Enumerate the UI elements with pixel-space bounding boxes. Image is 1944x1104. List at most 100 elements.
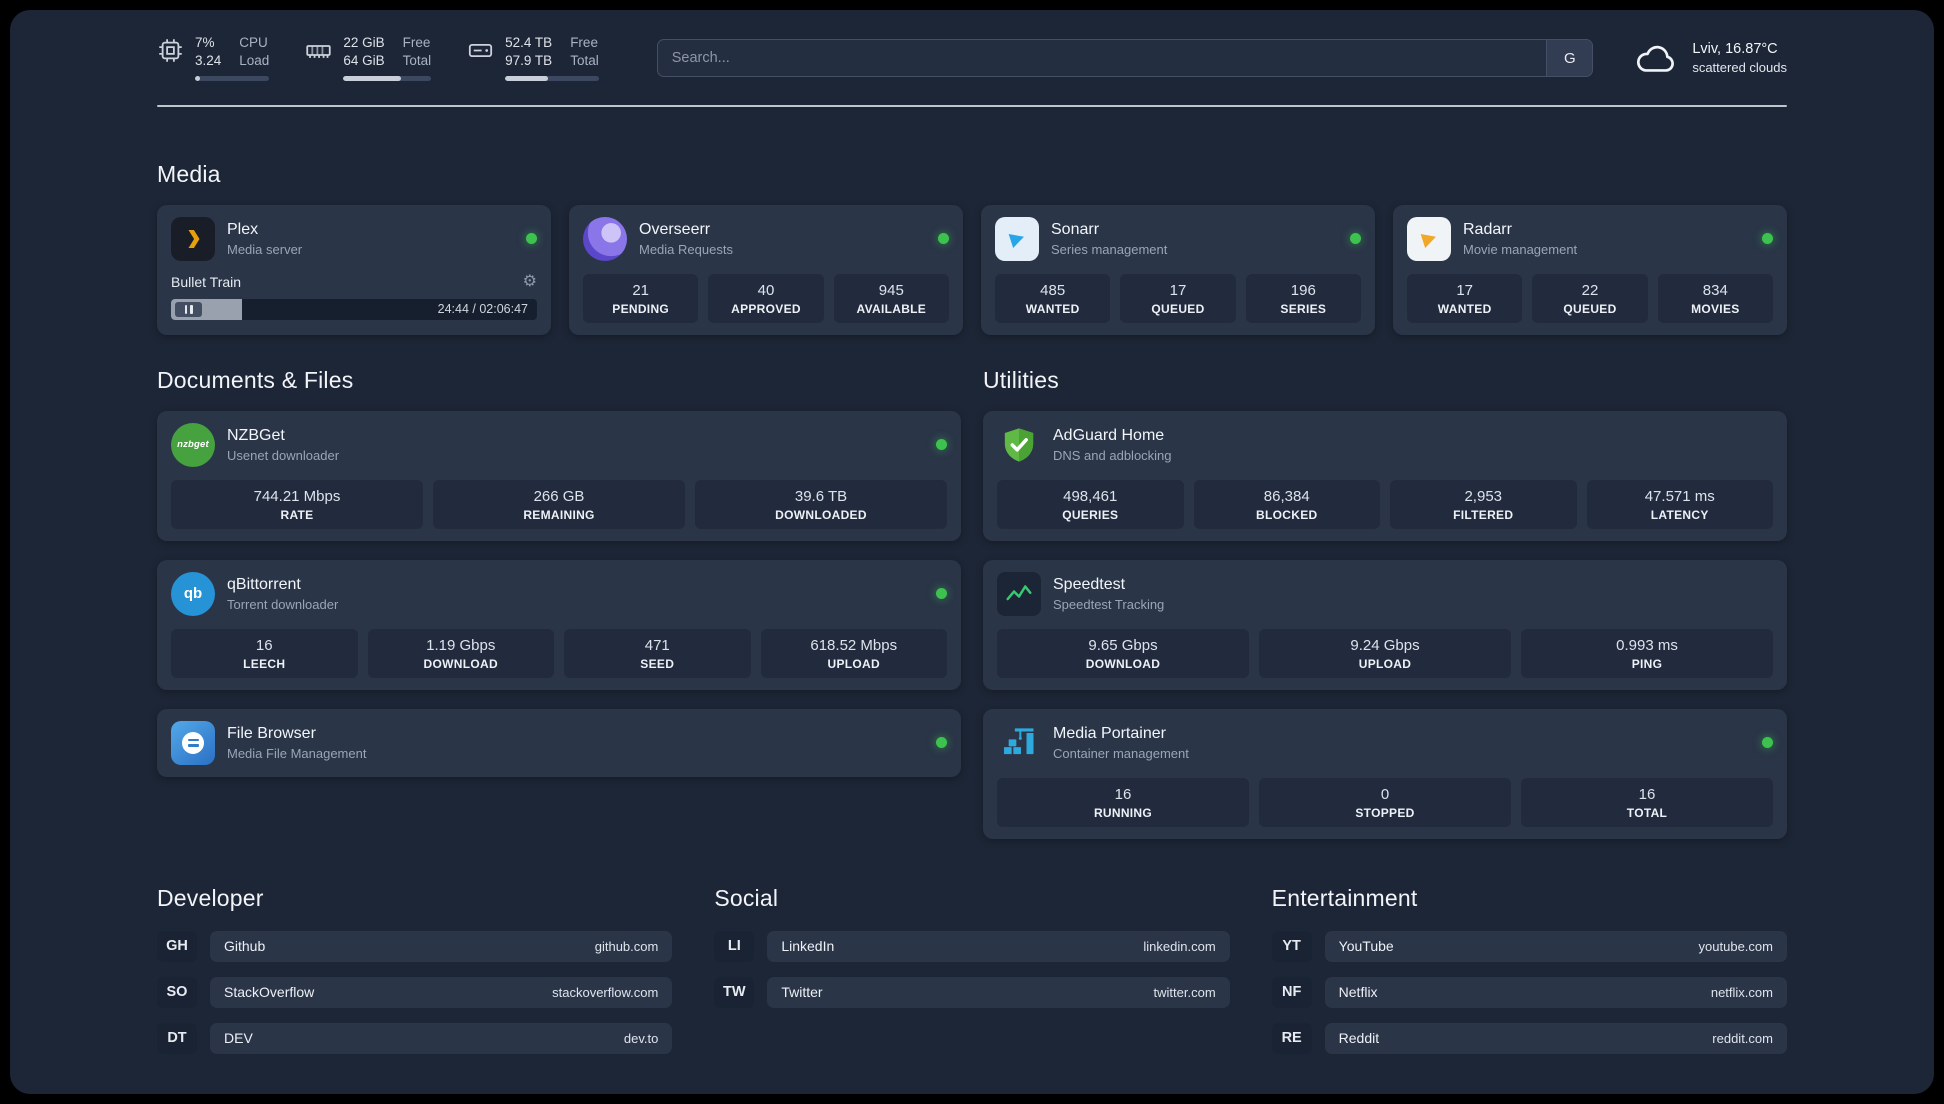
bookmark-name: DEV bbox=[224, 1030, 253, 1047]
stat-tile: 834 MOVIES bbox=[1657, 273, 1773, 323]
section-developer: Developer GH Github github.com SO StackO… bbox=[157, 884, 673, 1054]
stat-tile: 744.21 Mbps RATE bbox=[171, 479, 423, 529]
stat-value: 2,953 bbox=[1464, 487, 1503, 505]
stat-label: RUNNING bbox=[1093, 805, 1153, 820]
bookmark-link-github[interactable]: Github github.com bbox=[210, 930, 673, 962]
stat-label: WANTED bbox=[1437, 301, 1492, 316]
section-title-media: Media bbox=[157, 160, 221, 187]
stat-value: 9.24 Gbps bbox=[1350, 636, 1420, 654]
app-card-adguard[interactable]: AdGuard Home DNS and adblocking 498,461 … bbox=[983, 410, 1787, 541]
bookmark-row: DT DEV dev.to bbox=[157, 1022, 673, 1054]
stat-tile: 0 STOPPED bbox=[1259, 777, 1511, 827]
qbittorrent-icon-text: qb bbox=[183, 585, 203, 603]
stat-label: STOPPED bbox=[1355, 805, 1415, 820]
stat-value: 9.65 Gbps bbox=[1088, 636, 1158, 654]
status-dot bbox=[1762, 233, 1773, 245]
ram-label-1: Free bbox=[402, 35, 431, 50]
app-subtitle: Torrent downloader bbox=[227, 596, 339, 612]
cpu-load-value: 3.24 bbox=[195, 52, 222, 68]
stat-value: 21 bbox=[632, 281, 649, 299]
stat-label: UPLOAD bbox=[1358, 656, 1412, 671]
stat-tile: 9.65 Gbps DOWNLOAD bbox=[997, 628, 1249, 678]
stat-value: 22 bbox=[1581, 281, 1599, 299]
status-dot bbox=[938, 233, 949, 245]
app-card-radarr[interactable]: Radarr Movie management 17 WANTED 22 QUE… bbox=[1393, 204, 1787, 335]
section-title-documents: Documents & Files bbox=[157, 366, 354, 393]
stat-label: BLOCKED bbox=[1256, 507, 1318, 522]
app-card-plex[interactable]: Plex Media server Bullet Train ⚙ 24:44 /… bbox=[157, 204, 551, 335]
bookmark-link-twitter[interactable]: Twitter twitter.com bbox=[767, 976, 1230, 1008]
bookmark-link-linkedin[interactable]: LinkedIn linkedin.com bbox=[767, 930, 1230, 962]
app-name: Sonarr bbox=[1051, 220, 1100, 238]
disk-total-value: 97.9 TB bbox=[505, 52, 553, 68]
top-bar: 7% 3.24 CPU Load 22 GiB 64 GiB Free Tota… bbox=[157, 35, 1787, 81]
section-title-entertainment: Entertainment bbox=[1271, 884, 1418, 911]
adguard-shield-icon bbox=[997, 423, 1041, 467]
sonarr-icon bbox=[995, 216, 1039, 261]
bookmark-row: TW Twitter twitter.com bbox=[714, 976, 1230, 1008]
search-input[interactable] bbox=[657, 40, 1547, 77]
stat-label: WANTED bbox=[1025, 301, 1080, 316]
stat-label: DOWNLOADED bbox=[775, 507, 867, 522]
disk-icon bbox=[469, 43, 493, 58]
stat-label: SERIES bbox=[1280, 301, 1327, 316]
bookmark-abbr: GH bbox=[157, 930, 197, 962]
playback-progress-bar[interactable]: 24:44 / 02:06:47 bbox=[171, 298, 537, 320]
bookmark-link-youtube[interactable]: YouTube youtube.com bbox=[1324, 930, 1787, 962]
disk-label-2: Total bbox=[570, 52, 599, 68]
bookmark-link-reddit[interactable]: Reddit reddit.com bbox=[1324, 1022, 1787, 1054]
ram-total-value: 64 GiB bbox=[343, 52, 385, 68]
stat-tile: 16 TOTAL bbox=[1521, 777, 1773, 827]
bookmark-link-stackoverflow[interactable]: StackOverflow stackoverflow.com bbox=[210, 976, 673, 1008]
stat-tile: 22 QUEUED bbox=[1532, 273, 1648, 323]
gear-icon[interactable]: ⚙ bbox=[523, 273, 537, 290]
bookmark-link-dev[interactable]: DEV dev.to bbox=[210, 1022, 673, 1054]
section-title-developer: Developer bbox=[157, 884, 264, 911]
bookmark-url: stackoverflow.com bbox=[552, 984, 659, 1000]
stat-label: SEED bbox=[640, 656, 675, 671]
bookmark-abbr: LI bbox=[714, 930, 755, 962]
app-card-qbittorrent[interactable]: qb qBittorrent Torrent downloader 16 LEE… bbox=[157, 559, 961, 690]
stat-tile: 0.993 ms PING bbox=[1521, 628, 1773, 678]
cpu-progress-fill bbox=[195, 75, 201, 81]
app-subtitle: Container management bbox=[1053, 745, 1189, 761]
bookmark-row: YT YouTube youtube.com bbox=[1271, 930, 1787, 962]
stat-tile: 39.6 TB DOWNLOADED bbox=[695, 479, 947, 529]
portainer-icon bbox=[997, 721, 1041, 765]
ram-widget: 22 GiB 64 GiB Free Total bbox=[305, 35, 432, 81]
app-card-filebrowser[interactable]: File Browser Media File Management bbox=[157, 708, 961, 777]
bookmark-name: StackOverflow bbox=[224, 984, 315, 1001]
plex-icon bbox=[171, 216, 215, 261]
stat-label: RATE bbox=[280, 507, 314, 522]
app-card-overseerr[interactable]: Overseerr Media Requests 21 PENDING 40 A… bbox=[569, 204, 963, 335]
pause-button[interactable] bbox=[175, 301, 202, 317]
bookmark-row: GH Github github.com bbox=[157, 930, 673, 962]
stat-label: DOWNLOAD bbox=[423, 656, 498, 671]
app-card-speedtest[interactable]: Speedtest Speedtest Tracking 9.65 Gbps D… bbox=[983, 559, 1787, 690]
status-dot bbox=[1762, 737, 1773, 749]
bookmark-url: github.com bbox=[594, 938, 659, 954]
ram-icon bbox=[306, 45, 331, 58]
bookmark-abbr: RE bbox=[1271, 1022, 1312, 1054]
bookmark-row: RE Reddit reddit.com bbox=[1271, 1022, 1787, 1054]
bookmark-abbr: YT bbox=[1271, 930, 1312, 962]
stat-value: 196 bbox=[1290, 281, 1316, 299]
app-card-portainer[interactable]: Media Portainer Container management 16 … bbox=[983, 708, 1787, 839]
disk-free-value: 52.4 TB bbox=[505, 35, 553, 50]
stat-label: PENDING bbox=[612, 301, 670, 316]
cpu-label-2: Load bbox=[239, 52, 270, 68]
app-card-sonarr[interactable]: Sonarr Series management 485 WANTED 17 Q… bbox=[981, 204, 1375, 335]
stat-label: DOWNLOAD bbox=[1085, 656, 1161, 671]
radarr-icon bbox=[1407, 216, 1451, 261]
ram-free-value: 22 GiB bbox=[343, 35, 385, 50]
stat-tile: 498,461 QUERIES bbox=[997, 479, 1184, 529]
stat-label: TOTAL bbox=[1626, 805, 1668, 820]
stat-value: 40 bbox=[757, 281, 775, 299]
app-card-nzbget[interactable]: nzbget NZBGet Usenet downloader 744.21 M… bbox=[157, 410, 961, 541]
app-name: Speedtest bbox=[1053, 575, 1126, 593]
stat-tile: 945 AVAILABLE bbox=[833, 273, 949, 323]
header-divider bbox=[157, 104, 1787, 107]
stat-label: QUEUED bbox=[1151, 301, 1205, 316]
search-engine-button[interactable]: G bbox=[1546, 40, 1593, 77]
bookmark-link-netflix[interactable]: Netflix netflix.com bbox=[1324, 976, 1787, 1008]
